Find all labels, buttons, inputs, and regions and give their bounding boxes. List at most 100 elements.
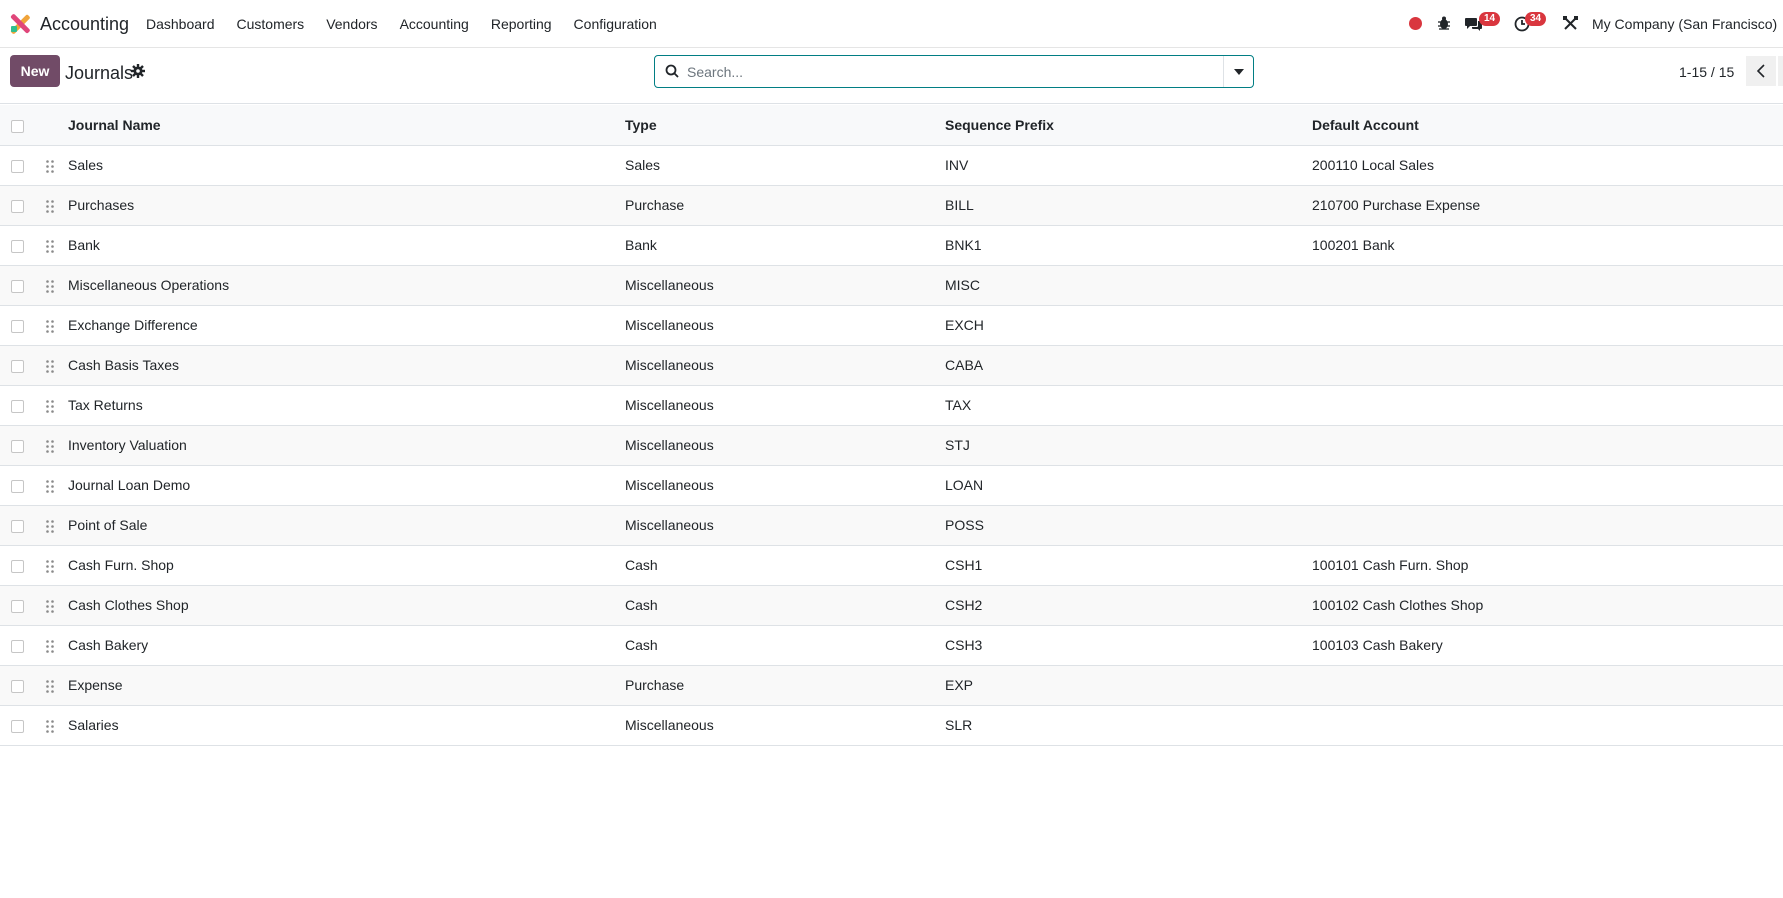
cell-sequence-prefix[interactable]: TAX bbox=[945, 385, 1312, 426]
table-row[interactable]: Cash Furn. Shop Cash CSH1 100101 Cash Fu… bbox=[0, 545, 1783, 586]
row-checkbox[interactable] bbox=[11, 679, 24, 693]
row-checkbox[interactable] bbox=[11, 319, 24, 333]
cell-sequence-prefix[interactable]: LOAN bbox=[945, 465, 1312, 506]
cell-type[interactable]: Cash bbox=[625, 585, 945, 626]
cell-sequence-prefix[interactable]: STJ bbox=[945, 425, 1312, 466]
cell-default-account[interactable] bbox=[1312, 345, 1783, 386]
drag-handle-icon[interactable] bbox=[46, 719, 54, 733]
table-row[interactable]: Point of Sale Miscellaneous POSS bbox=[0, 505, 1783, 546]
menu-item-configuration[interactable]: Configuration bbox=[574, 16, 657, 32]
cell-journal-name[interactable]: Cash Furn. Shop bbox=[68, 545, 625, 586]
row-checkbox[interactable] bbox=[11, 479, 24, 493]
bug-icon[interactable] bbox=[1437, 16, 1451, 30]
table-row[interactable]: Salaries Miscellaneous SLR bbox=[0, 705, 1783, 746]
cell-type[interactable]: Cash bbox=[625, 625, 945, 666]
cell-default-account[interactable]: 200110 Local Sales bbox=[1312, 145, 1783, 186]
row-checkbox[interactable] bbox=[11, 439, 24, 453]
cell-journal-name[interactable]: Cash Clothes Shop bbox=[68, 585, 625, 626]
cell-journal-name[interactable]: Point of Sale bbox=[68, 505, 625, 546]
drag-handle-icon[interactable] bbox=[46, 599, 54, 613]
drag-handle-icon[interactable] bbox=[46, 239, 54, 253]
table-row[interactable]: Journal Loan Demo Miscellaneous LOAN bbox=[0, 465, 1783, 506]
search-input[interactable] bbox=[687, 56, 1207, 87]
select-all-checkbox[interactable] bbox=[11, 119, 24, 133]
cell-sequence-prefix[interactable]: EXCH bbox=[945, 305, 1312, 346]
cell-default-account[interactable]: 100201 Bank bbox=[1312, 225, 1783, 266]
drag-handle-icon[interactable] bbox=[46, 639, 54, 653]
cell-type[interactable]: Miscellaneous bbox=[625, 385, 945, 426]
column-header-sequence-prefix[interactable]: Sequence Prefix bbox=[945, 105, 1312, 146]
cell-journal-name[interactable]: Cash Bakery bbox=[68, 625, 625, 666]
cell-sequence-prefix[interactable]: CABA bbox=[945, 345, 1312, 386]
cell-type[interactable]: Miscellaneous bbox=[625, 505, 945, 546]
row-checkbox[interactable] bbox=[11, 559, 24, 573]
table-row[interactable]: Cash Clothes Shop Cash CSH2 100102 Cash … bbox=[0, 585, 1783, 626]
cell-default-account[interactable]: 210700 Purchase Expense bbox=[1312, 185, 1783, 226]
drag-handle-icon[interactable] bbox=[46, 159, 54, 173]
menu-item-customers[interactable]: Customers bbox=[237, 16, 305, 32]
row-checkbox[interactable] bbox=[11, 519, 24, 533]
record-icon[interactable] bbox=[1409, 17, 1422, 30]
cell-sequence-prefix[interactable]: BNK1 bbox=[945, 225, 1312, 266]
table-row[interactable]: Sales Sales INV 200110 Local Sales bbox=[0, 145, 1783, 186]
drag-handle-icon[interactable] bbox=[46, 479, 54, 493]
pager-value[interactable]: 1-15 / 15 bbox=[1679, 64, 1734, 80]
cell-sequence-prefix[interactable]: POSS bbox=[945, 505, 1312, 546]
cell-default-account[interactable]: 100102 Cash Clothes Shop bbox=[1312, 585, 1783, 626]
cell-sequence-prefix[interactable]: INV bbox=[945, 145, 1312, 186]
app-name[interactable]: Accounting bbox=[40, 14, 129, 35]
cell-sequence-prefix[interactable]: MISC bbox=[945, 265, 1312, 306]
cell-type[interactable]: Miscellaneous bbox=[625, 705, 945, 746]
drag-handle-icon[interactable] bbox=[46, 319, 54, 333]
table-row[interactable]: Inventory Valuation Miscellaneous STJ bbox=[0, 425, 1783, 466]
cell-journal-name[interactable]: Cash Basis Taxes bbox=[68, 345, 625, 386]
cell-journal-name[interactable]: Exchange Difference bbox=[68, 305, 625, 346]
cell-type[interactable]: Bank bbox=[625, 225, 945, 266]
drag-handle-icon[interactable] bbox=[46, 519, 54, 533]
cell-type[interactable]: Miscellaneous bbox=[625, 425, 945, 466]
cell-default-account[interactable] bbox=[1312, 385, 1783, 426]
cell-default-account[interactable] bbox=[1312, 665, 1783, 706]
cell-journal-name[interactable]: Bank bbox=[68, 225, 625, 266]
cell-type[interactable]: Miscellaneous bbox=[625, 265, 945, 306]
drag-handle-icon[interactable] bbox=[46, 679, 54, 693]
cell-sequence-prefix[interactable]: CSH1 bbox=[945, 545, 1312, 586]
table-row[interactable]: Cash Bakery Cash CSH3 100103 Cash Bakery bbox=[0, 625, 1783, 666]
drag-handle-icon[interactable] bbox=[46, 199, 54, 213]
cell-default-account[interactable]: 100101 Cash Furn. Shop bbox=[1312, 545, 1783, 586]
table-row[interactable]: Miscellaneous Operations Miscellaneous M… bbox=[0, 265, 1783, 306]
cell-journal-name[interactable]: Salaries bbox=[68, 705, 625, 746]
drag-handle-icon[interactable] bbox=[46, 279, 54, 293]
cell-journal-name[interactable]: Tax Returns bbox=[68, 385, 625, 426]
company-switcher[interactable]: My Company (San Francisco) bbox=[1592, 16, 1777, 32]
cell-journal-name[interactable]: Sales bbox=[68, 145, 625, 186]
cell-type[interactable]: Sales bbox=[625, 145, 945, 186]
row-checkbox[interactable] bbox=[11, 359, 24, 373]
table-row[interactable]: Expense Purchase EXP bbox=[0, 665, 1783, 706]
row-checkbox[interactable] bbox=[11, 639, 24, 653]
cell-type[interactable]: Purchase bbox=[625, 185, 945, 226]
drag-handle-icon[interactable] bbox=[46, 359, 54, 373]
menu-item-reporting[interactable]: Reporting bbox=[491, 16, 552, 32]
cell-default-account[interactable] bbox=[1312, 265, 1783, 306]
row-checkbox[interactable] bbox=[11, 599, 24, 613]
cell-default-account[interactable] bbox=[1312, 425, 1783, 466]
menu-item-vendors[interactable]: Vendors bbox=[326, 16, 377, 32]
drag-handle-icon[interactable] bbox=[46, 439, 54, 453]
cell-journal-name[interactable]: Inventory Valuation bbox=[68, 425, 625, 466]
table-row[interactable]: Tax Returns Miscellaneous TAX bbox=[0, 385, 1783, 426]
column-header-journal-name[interactable]: Journal Name bbox=[68, 105, 625, 146]
row-checkbox[interactable] bbox=[11, 159, 24, 173]
drag-handle-icon[interactable] bbox=[46, 399, 54, 413]
cell-default-account[interactable] bbox=[1312, 705, 1783, 746]
menu-item-dashboard[interactable]: Dashboard bbox=[146, 16, 215, 32]
cell-default-account[interactable]: 100103 Cash Bakery bbox=[1312, 625, 1783, 666]
cell-sequence-prefix[interactable]: EXP bbox=[945, 665, 1312, 706]
column-header-type[interactable]: Type bbox=[625, 105, 945, 146]
cell-journal-name[interactable]: Miscellaneous Operations bbox=[68, 265, 625, 306]
cell-type[interactable]: Miscellaneous bbox=[625, 465, 945, 506]
column-header-default-account[interactable]: Default Account bbox=[1312, 105, 1783, 146]
cell-type[interactable]: Miscellaneous bbox=[625, 345, 945, 386]
tools-icon[interactable] bbox=[1563, 16, 1578, 31]
pager-next-button[interactable] bbox=[1778, 56, 1783, 86]
